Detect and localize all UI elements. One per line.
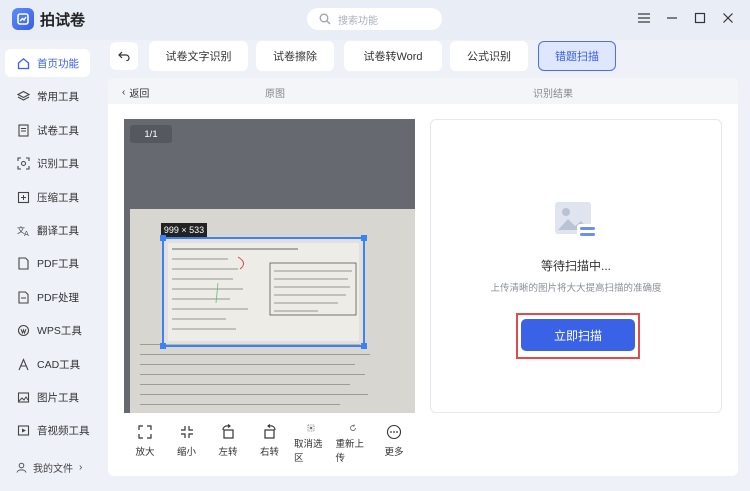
pdf-icon — [18, 256, 29, 270]
search-icon — [319, 13, 331, 25]
sidebar-item-label: 图片工具 — [37, 391, 79, 404]
rotate-left-button[interactable]: 左转 — [211, 424, 245, 464]
my-files-label: 我的文件 — [33, 464, 73, 475]
sidebar-item-label: 翻译工具 — [37, 224, 79, 237]
tab-exam-to-word[interactable]: 试卷转Word — [344, 41, 442, 71]
cancel-selection-icon — [307, 424, 315, 432]
tab-formula-recognition[interactable]: 公式识别 — [450, 41, 528, 71]
layers-icon — [17, 90, 30, 101]
sidebar-item-pdf-tools[interactable]: PDF工具 — [5, 249, 90, 277]
svg-text:A: A — [24, 230, 29, 237]
result-label: 识别结果 — [533, 89, 573, 100]
back-arrow-icon — [118, 51, 130, 61]
waiting-status: 等待扫描中... — [540, 259, 611, 273]
return-link[interactable]: ‹ 返回 — [122, 85, 149, 100]
image-preview[interactable]: 1/1 999 × 533 — [124, 119, 415, 413]
zoom-out-icon — [180, 426, 193, 438]
tab-wrong-question-scan[interactable]: 错题扫描 — [538, 41, 616, 71]
minimize-icon[interactable] — [664, 10, 680, 26]
sidebar-item-recognition-tools[interactable]: 识别工具 — [5, 149, 90, 177]
sidebar-item-home[interactable]: 首页功能 — [5, 49, 90, 77]
wps-icon — [17, 324, 30, 336]
sidebar-item-label: PDF处理 — [37, 291, 79, 304]
zoom-in-button[interactable]: 放大 — [128, 424, 162, 464]
selection-rectangle[interactable] — [160, 235, 367, 349]
sidebar-item-common-tools[interactable]: 常用工具 — [5, 82, 90, 110]
document-icon — [18, 123, 29, 137]
image-placeholder-icon — [555, 202, 597, 240]
more-icon — [386, 424, 402, 440]
zoom-out-button[interactable]: 缩小 — [170, 424, 204, 464]
reupload-icon — [349, 424, 356, 431]
zoom-in-icon — [138, 425, 152, 439]
sidebar-item-label: 首页功能 — [37, 57, 79, 70]
user-icon — [16, 462, 27, 473]
rotate-left-icon — [222, 424, 234, 439]
sidebar-item-label: PDF工具 — [37, 257, 79, 270]
selection-size-label: 999 × 533 — [161, 223, 207, 237]
scan-now-button[interactable]: 立即扫描 — [521, 319, 635, 351]
tab-exam-erase[interactable]: 试卷擦除 — [256, 41, 334, 71]
sidebar-item-label: 压缩工具 — [37, 191, 79, 204]
sidebar-item-label: 音视频工具 — [37, 424, 90, 437]
compress-icon — [17, 191, 30, 203]
search-input[interactable]: 搜索功能 — [307, 8, 442, 30]
scan-icon — [17, 156, 30, 170]
sidebar-item-label: 常用工具 — [37, 90, 79, 103]
sub-header: ‹ 返回 原图 识别结果 — [108, 78, 738, 104]
function-tabs: 试卷文字识别 试卷擦除 试卷转Word 公式识别 错题扫描 — [108, 40, 738, 78]
app-logo-icon — [12, 8, 34, 30]
pdf-process-icon — [18, 290, 29, 304]
sidebar-item-translate-tools[interactable]: 文A 翻译工具 — [5, 216, 90, 244]
sidebar-item-cad-tools[interactable]: CAD工具 — [5, 350, 90, 378]
av-icon — [17, 424, 30, 436]
menu-icon[interactable] — [636, 10, 652, 26]
sidebar-item-label: CAD工具 — [37, 358, 81, 371]
sidebar-item-compress-tools[interactable]: 压缩工具 — [5, 183, 90, 211]
my-files-link[interactable]: 我的文件 › — [16, 460, 82, 475]
sidebar-item-wps-tools[interactable]: WPS工具 — [5, 316, 90, 344]
translate-icon: 文A — [17, 225, 29, 237]
chevron-right-icon: › — [79, 462, 83, 473]
sidebar-item-label: 试卷工具 — [37, 124, 79, 137]
sidebar-item-label: WPS工具 — [37, 324, 82, 337]
original-label: 原图 — [265, 89, 285, 100]
sidebar: 首页功能 常用工具 试卷工具 识别工具 压缩工具 文A 翻译工具 PDF工具 P… — [0, 40, 98, 491]
back-button[interactable] — [110, 42, 138, 70]
cancel-selection-button[interactable]: 取消选区 — [294, 424, 328, 464]
app-logo: 拍试卷 — [12, 8, 85, 30]
scan-highlight-frame: 立即扫描 — [516, 313, 640, 359]
maximize-icon[interactable] — [692, 10, 708, 26]
app-name: 拍试卷 — [40, 11, 86, 29]
reupload-button[interactable]: 重新上传 — [336, 424, 370, 464]
search-placeholder: 搜索功能 — [338, 15, 378, 27]
image-toolbar: 放大 缩小 左转 右转 取消选区 重新上传 更多 — [124, 424, 415, 464]
exam-content-graphic — [172, 248, 357, 330]
close-icon[interactable] — [720, 10, 736, 26]
rotate-right-icon — [263, 424, 276, 439]
tab-text-recognition[interactable]: 试卷文字识别 — [149, 41, 248, 71]
main-panel: ‹ 返回 原图 识别结果 1/1 999 × 533 放大 缩小 左转 右转 取… — [108, 78, 738, 476]
sidebar-item-exam-tools[interactable]: 试卷工具 — [5, 116, 90, 144]
cad-icon — [18, 357, 29, 370]
home-icon — [17, 57, 30, 69]
result-panel: 等待扫描中... 上传清晰的图片将大大提高扫描的准确度 立即扫描 — [430, 119, 722, 413]
rotate-right-button[interactable]: 右转 — [253, 424, 287, 464]
upload-hint: 上传清晰的图片将大大提高扫描的准确度 — [490, 283, 662, 294]
page-indicator: 1/1 — [130, 125, 172, 143]
more-button[interactable]: 更多 — [377, 424, 411, 464]
title-bar: 拍试卷 搜索功能 — [0, 0, 750, 40]
image-icon — [17, 391, 30, 403]
sidebar-item-label: 识别工具 — [37, 157, 79, 170]
sidebar-item-pdf-process[interactable]: PDF处理 — [5, 283, 90, 311]
sidebar-item-image-tools[interactable]: 图片工具 — [5, 383, 90, 411]
sidebar-item-av-tools[interactable]: 音视频工具 — [5, 416, 90, 444]
chevron-left-icon: ‹ — [122, 87, 126, 98]
